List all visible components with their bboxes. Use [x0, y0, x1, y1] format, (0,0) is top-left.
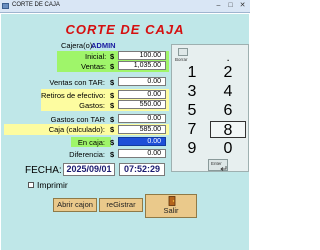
minimize-button[interactable]: –: [214, 2, 223, 10]
gastos-label: Gastos:: [79, 101, 105, 110]
abrir-cajon-button[interactable]: Abrir cajon: [53, 198, 97, 212]
window-title: CORTE DE CAJA: [12, 2, 60, 8]
enter-key[interactable]: Enter: [208, 159, 228, 171]
backspace-icon: [178, 48, 188, 56]
inicial-label: Inicial:: [85, 52, 107, 61]
enter-arrow-icon: [220, 166, 227, 171]
numeric-keypad: Borrar . 1 2 3 4 5 6 7 8 9 0 Enter: [171, 44, 249, 172]
ventas-tar-currency: $: [110, 78, 115, 87]
en-caja-currency: $: [110, 138, 115, 147]
gastos-tar-label: Gastos con TAR: [50, 115, 105, 124]
gastos-currency: $: [110, 101, 115, 110]
diferencia-label: Diferencia:: [69, 150, 105, 159]
borrar-key[interactable]: Borrar: [175, 57, 188, 62]
gastos-value: 550.00: [118, 100, 166, 109]
client-area: CORTE DE CAJA Cajera(o): ADMIN Inicial: …: [1, 14, 249, 250]
salir-button[interactable]: Salir: [145, 194, 197, 218]
maximize-button[interactable]: □: [226, 2, 235, 10]
ventas-tar-value: 0.00: [118, 77, 166, 86]
registrar-button[interactable]: reGistrar: [99, 198, 143, 212]
cashier-label: Cajera(o):: [61, 41, 95, 50]
app-icon: [2, 3, 9, 9]
en-caja-input[interactable]: 0.00: [118, 137, 166, 146]
key-5[interactable]: 5: [174, 102, 210, 119]
gastos-tar-currency: $: [110, 115, 115, 124]
key-4[interactable]: 4: [210, 83, 246, 100]
time-field: 07:52:29: [119, 163, 165, 176]
page-title: CORTE DE CAJA: [65, 22, 185, 37]
key-9[interactable]: 9: [174, 140, 210, 157]
dot-key[interactable]: .: [227, 54, 229, 63]
app-window: CORTE DE CAJA – □ ✕ CORTE DE CAJA Cajera…: [0, 0, 250, 250]
key-1[interactable]: 1: [174, 64, 210, 81]
key-3[interactable]: 3: [174, 83, 210, 100]
ventas-label: Ventas:: [81, 62, 107, 71]
key-2[interactable]: 2: [210, 64, 246, 81]
date-field: 2025/09/01: [63, 163, 115, 176]
title-bar: CORTE DE CAJA – □ ✕: [0, 0, 250, 13]
retiros-currency: $: [110, 91, 115, 100]
imprimir-checkbox[interactable]: [28, 182, 34, 188]
ventas-tar-label: Ventas con TAR:: [49, 78, 105, 87]
imprimir-label: Imprimir: [37, 180, 68, 190]
close-button[interactable]: ✕: [238, 2, 247, 10]
key-7[interactable]: 7: [174, 121, 210, 138]
caja-calc-label: Caja (calculado):: [48, 125, 105, 134]
retiros-label: Retiros de efectivo:: [41, 91, 106, 100]
fecha-label: FECHA:: [25, 165, 62, 176]
en-caja-label: En caja:: [77, 138, 105, 147]
inicial-value: 100.00: [118, 51, 166, 60]
caja-calc-value: 585.00: [118, 125, 166, 134]
caja-calc-currency: $: [110, 125, 115, 134]
key-8[interactable]: 8: [210, 121, 246, 139]
ventas-currency: $: [110, 62, 115, 71]
cashier-name: ADMIN: [91, 41, 116, 50]
ventas-value: 1,035.00: [118, 61, 166, 70]
exit-door-icon: [168, 196, 176, 206]
key-6[interactable]: 6: [210, 102, 246, 119]
diferencia-value: 0.00: [118, 149, 166, 158]
inicial-currency: $: [110, 52, 115, 61]
salir-label: Salir: [163, 206, 179, 215]
diferencia-currency: $: [110, 150, 115, 159]
gastos-tar-value: 0.00: [118, 114, 166, 123]
retiros-value: 0.00: [118, 90, 166, 99]
key-0[interactable]: 0: [210, 140, 246, 157]
